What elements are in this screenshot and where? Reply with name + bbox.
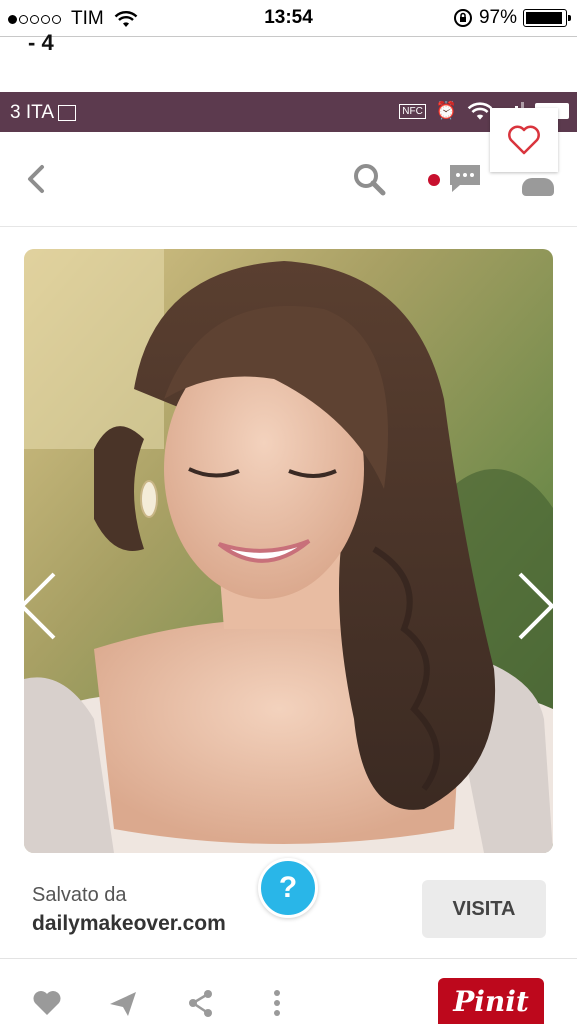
alarm-icon: ⏰: [435, 101, 457, 120]
search-icon[interactable]: [352, 162, 386, 196]
battery-icon: [523, 9, 571, 27]
rotation-lock-icon: [453, 9, 472, 27]
share-icon[interactable]: [186, 988, 216, 1018]
send-icon[interactable]: [108, 988, 138, 1018]
pin-image[interactable]: [24, 249, 553, 853]
saved-from-label: Salvato da: [32, 884, 127, 906]
help-button[interactable]: ?: [258, 858, 318, 918]
bottom-divider: [0, 958, 577, 959]
heart-icon: [508, 125, 540, 155]
inner-carrier: 3 ITA: [10, 102, 76, 124]
previous-arrow-icon[interactable]: [16, 570, 60, 642]
nfc-icon: NFC: [399, 103, 426, 119]
pin-it-button[interactable]: Pinit: [438, 978, 544, 1024]
battery-percent: 97%: [478, 7, 517, 28]
back-icon[interactable]: [24, 164, 48, 194]
image-icon: [58, 105, 76, 121]
article-text-fragment: - 4: [28, 30, 54, 55]
notification-dot: [428, 174, 440, 186]
next-arrow-icon[interactable]: [514, 570, 558, 642]
profile-icon[interactable]: [522, 178, 554, 196]
save-heart-button[interactable]: [490, 108, 558, 172]
status-divider: [0, 36, 577, 37]
inner-carrier-name: 3 ITA: [10, 102, 54, 123]
more-options-icon[interactable]: [262, 988, 292, 1018]
status-bar: TIM 13:54 97%: [0, 0, 577, 36]
source-domain[interactable]: dailymakeover.com: [32, 912, 226, 936]
status-right: 97%: [453, 7, 571, 29]
message-icon[interactable]: [448, 163, 482, 193]
visit-button[interactable]: VISITA: [422, 880, 546, 938]
like-heart-icon[interactable]: [32, 988, 62, 1018]
